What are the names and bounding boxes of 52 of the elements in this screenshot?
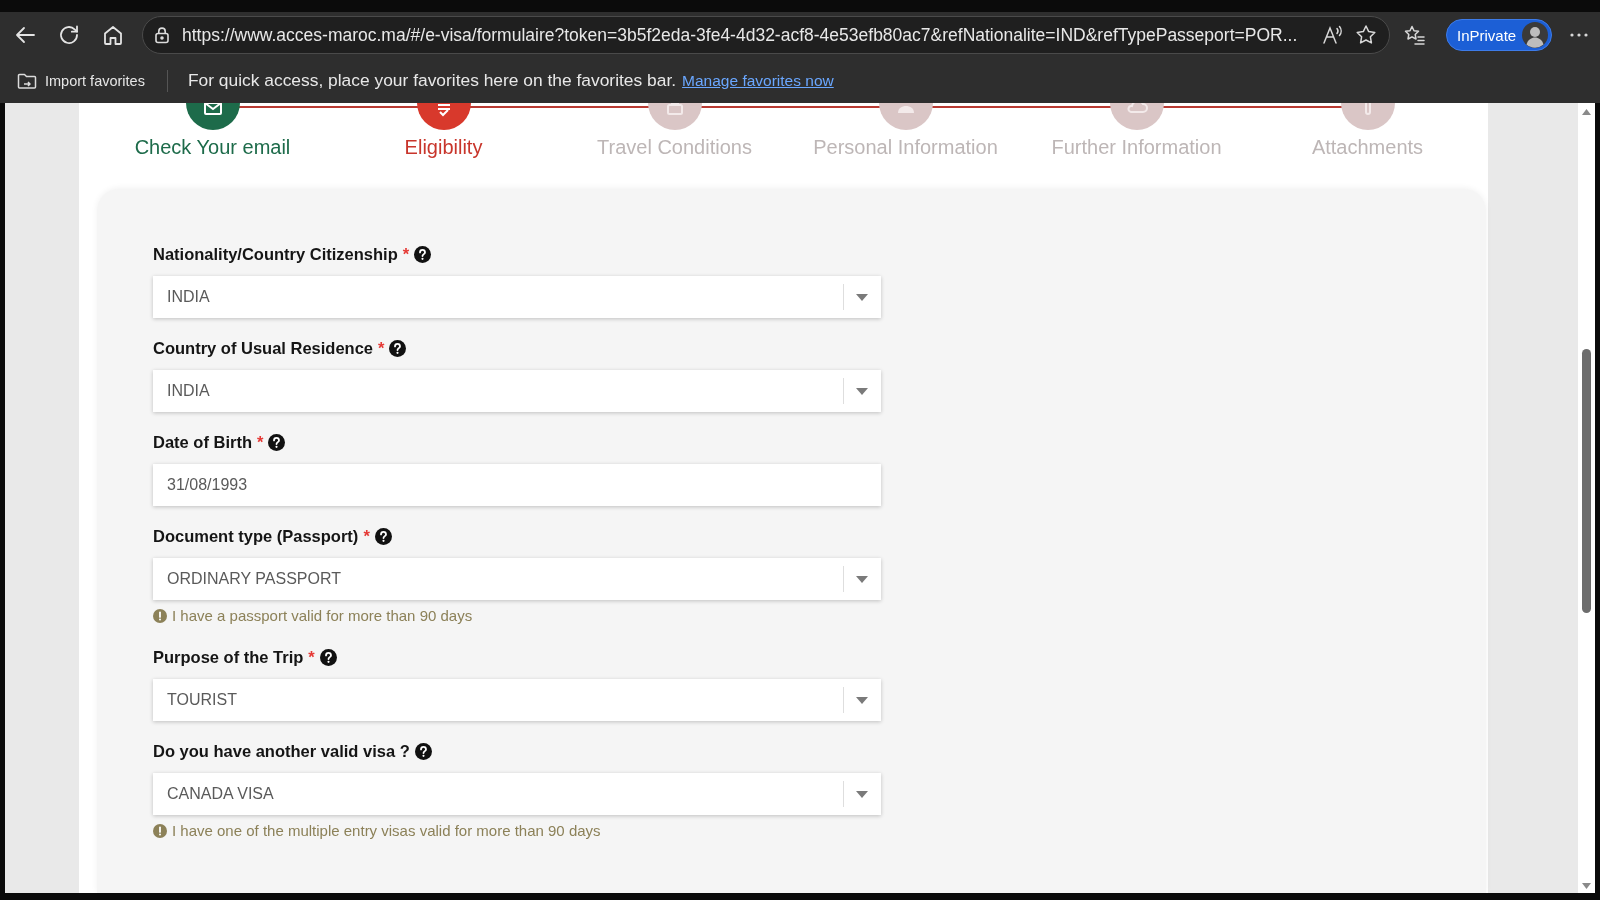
- field-hint: I have a passport valid for more than 90 days: [172, 607, 473, 624]
- checklist-step-icon[interactable]: [416, 103, 471, 131]
- favorites-icon[interactable]: [1404, 24, 1426, 46]
- help-icon[interactable]: [319, 648, 337, 666]
- help-icon[interactable]: [268, 433, 286, 451]
- field-label: Country of Usual Residence: [153, 338, 374, 358]
- date-field[interactable]: 31/08/1993: [153, 464, 881, 506]
- select-field[interactable]: CANADA VISA: [153, 773, 881, 815]
- inprivate-button[interactable]: InPrivate: [1446, 19, 1552, 51]
- help-icon[interactable]: [374, 527, 392, 545]
- scrollbar-thumb[interactable]: [1582, 349, 1591, 613]
- info-icon: [153, 608, 167, 623]
- required-mark: *: [308, 647, 315, 667]
- paperclip-step-icon[interactable]: [1340, 103, 1395, 131]
- required-mark: *: [378, 338, 385, 358]
- step-label[interactable]: Eligibility: [404, 135, 483, 159]
- lock-icon[interactable]: [153, 26, 171, 44]
- caret-icon: [856, 387, 868, 395]
- envelope-step-icon[interactable]: [185, 103, 240, 131]
- help-icon[interactable]: [389, 339, 407, 357]
- import-folder-icon: [17, 71, 37, 90]
- field-label: Date of Birth: [153, 432, 252, 452]
- import-favorites-button[interactable]: Import favorites: [17, 71, 145, 90]
- select-field[interactable]: ORDINARY PASSPORT: [153, 558, 881, 600]
- caret-icon: [856, 696, 868, 704]
- field-label: Do you have another valid visa ?: [153, 741, 410, 761]
- info-icon: [153, 823, 167, 838]
- select-field[interactable]: TOURIST: [153, 679, 881, 721]
- read-aloud-icon[interactable]: [1322, 24, 1344, 46]
- field-label: Document type (Passport): [153, 526, 359, 546]
- step-label[interactable]: Check Your email: [134, 135, 291, 159]
- manage-favorites-link[interactable]: Manage favorites now: [682, 71, 834, 90]
- address-bar[interactable]: https://www.acces-maroc.ma/#/e-visa/formulaire?token=3b5f2eda-3fe4-4d32-acf8-4e53efb80ac7&refNationalite=IND&refTypePasseport=POR...: [142, 16, 1390, 54]
- scroll-down-icon[interactable]: [1582, 883, 1591, 889]
- scroll-up-icon[interactable]: [1582, 109, 1591, 115]
- help-icon[interactable]: [414, 742, 432, 760]
- avatar-icon: [1522, 22, 1548, 48]
- scrollbar-track[interactable]: [1578, 103, 1595, 893]
- required-mark: *: [257, 432, 264, 452]
- favorites-bar-message: For quick access, place your favorites here on the favorites bar.: [187, 70, 677, 91]
- required-mark: *: [363, 526, 370, 546]
- field-label: Purpose of the Trip: [153, 647, 304, 667]
- caret-icon: [856, 790, 868, 798]
- help-icon[interactable]: [414, 245, 432, 263]
- field-label: Nationality/Country Citizenship: [153, 244, 398, 264]
- field-hint: I have one of the multiple entry visas valid for more than 90 days: [172, 822, 601, 839]
- select-field[interactable]: INDIA: [153, 370, 881, 412]
- star-icon[interactable]: [1355, 24, 1377, 46]
- caret-icon: [856, 575, 868, 583]
- select-field[interactable]: INDIA: [153, 276, 881, 318]
- caret-icon: [856, 293, 868, 301]
- required-mark: *: [402, 244, 410, 264]
